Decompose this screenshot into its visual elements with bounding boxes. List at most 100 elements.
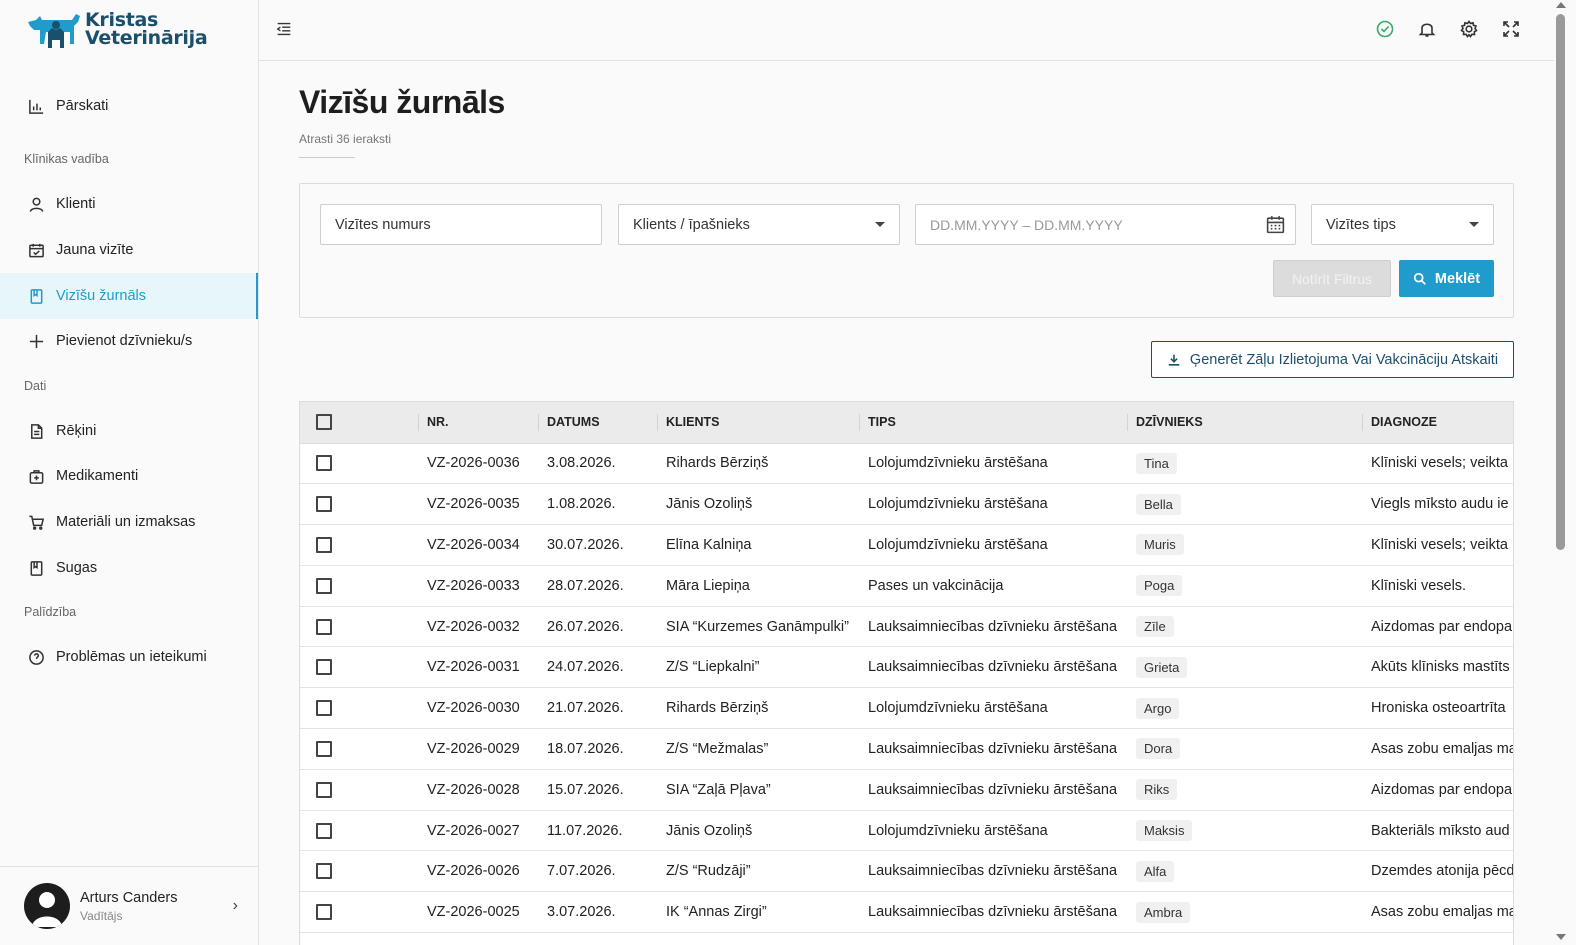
col-header-tips[interactable]: TIPS [859, 402, 1127, 444]
animal-chip[interactable]: Riks [1136, 779, 1178, 801]
date-cell: 26.07.2026. [538, 606, 657, 648]
col-header-datums[interactable]: DATUMS [538, 402, 657, 444]
row-checkbox-cell[interactable] [300, 606, 418, 648]
brand-logo[interactable]: Kristas Veterinārija [26, 8, 208, 50]
row-checkbox[interactable] [316, 496, 332, 513]
col-header-nr[interactable]: NR. [418, 402, 538, 444]
book-icon [27, 559, 45, 577]
row-checkbox[interactable] [316, 863, 332, 880]
col-header-diagnoze[interactable]: DIAGNOZE [1362, 402, 1513, 444]
row-checkbox-cell[interactable] [300, 443, 418, 485]
date-range-input[interactable]: DD.MM.YYYY – DD.MM.YYYY [915, 204, 1296, 245]
animal-chip[interactable]: Zīle [1136, 616, 1174, 638]
sidebar-item-vizisu-zurnals[interactable]: Vizīšu žurnāls [0, 273, 258, 319]
row-checkbox-cell[interactable] [300, 891, 418, 934]
sidebar-item-medikamenti[interactable]: Medikamenti [0, 453, 258, 499]
divider [299, 157, 355, 158]
row-checkbox-cell[interactable] [300, 728, 418, 770]
row-checkbox[interactable] [316, 904, 332, 921]
table-row[interactable]: VZ-2026-0025 3.07.2026. IK “Annas Zirgi” La… [300, 891, 1513, 934]
row-checkbox-cell[interactable] [300, 687, 418, 730]
table-row[interactable]: VZ-2026-0033 28.07.2026. Māra Liepiņa Pases… [300, 565, 1513, 607]
table-row[interactable]: VZ-2026-0031 24.07.2026. Z/S “Liepkalni” La… [300, 646, 1513, 689]
table-row[interactable]: VZ-2026-0032 26.07.2026. SIA “Kurzemes Gan… [300, 606, 1513, 648]
animal-chip[interactable]: Grieta [1136, 656, 1188, 678]
row-checkbox[interactable] [316, 577, 332, 594]
row-checkbox[interactable] [316, 537, 332, 554]
sidebar-item-pievienot-dzivnieku[interactable]: Pievienot dzīvnieku/s [0, 318, 258, 364]
animal-chip[interactable]: Tina [1136, 452, 1177, 474]
sidebar-item-label: Pievienot dzīvnieku/s [56, 333, 193, 349]
animal-cell: Bella [1127, 483, 1362, 526]
gear-icon[interactable] [1459, 19, 1481, 41]
row-checkbox-cell[interactable] [300, 524, 418, 566]
sidebar-item-problemas[interactable]: Problēmas un ieteikumi [0, 634, 258, 680]
user-name: Arturs Canders [80, 889, 178, 906]
animal-cell: Muris [1127, 524, 1362, 566]
table-row[interactable]: VZ-2026-0036 3.08.2026. Rihards Bērziņš Lol… [300, 443, 1513, 485]
select-all-checkbox[interactable] [316, 414, 332, 431]
sidebar-item-sugas[interactable]: Sugas [0, 545, 258, 591]
user-menu[interactable]: Arturs Canders Vadītājs › [0, 866, 258, 945]
table-row[interactable]: VZ-2026-0034 30.07.2026. Elīna Kalniņa Lolo… [300, 524, 1513, 566]
client-select[interactable]: Klients / īpašnieks [618, 204, 900, 245]
col-header-klients[interactable]: KLIENTS [657, 402, 859, 444]
sidebar-item-materiali[interactable]: Materiāli un izmaksas [0, 499, 258, 545]
table-row[interactable]: VZ-2026-0029 18.07.2026. Z/S “Mežmalas” Lau… [300, 728, 1513, 770]
sidebar-item-rekini[interactable]: Rēķini [0, 408, 258, 454]
table-row[interactable]: VZ-2026-0028 15.07.2026. SIA “Zaļā Pļava” L… [300, 769, 1513, 811]
row-checkbox[interactable] [316, 455, 332, 472]
clear-filters-button[interactable]: Notīrīt Filtrus [1273, 260, 1391, 297]
sidebar-item-parskati[interactable]: Pārskati [0, 83, 258, 129]
row-checkbox-cell[interactable] [300, 769, 418, 811]
calendar-icon[interactable] [1265, 214, 1286, 238]
collapse-menu-icon[interactable] [275, 20, 295, 40]
row-checkbox[interactable] [316, 618, 332, 635]
scroll-up-arrow-icon[interactable] [1556, 2, 1566, 8]
sidebar-item-klienti[interactable]: Klienti [0, 181, 258, 227]
visit-type-select[interactable]: Vizītes tips [1311, 204, 1494, 245]
row-checkbox-cell[interactable] [300, 565, 418, 607]
sidebar-item-label: Medikamenti [56, 468, 139, 484]
table-row[interactable]: VZ-2026-0035 1.08.2026. Jānis Ozoliņš Loloj… [300, 483, 1513, 526]
bell-icon[interactable] [1417, 19, 1439, 41]
animal-chip[interactable]: Maksis [1136, 820, 1193, 842]
brand-line2: Veterinārija [85, 27, 208, 49]
row-checkbox[interactable] [316, 659, 332, 676]
animal-chip[interactable]: Muris [1136, 534, 1184, 556]
status-check-icon[interactable] [1375, 19, 1397, 41]
search-button[interactable]: Meklēt [1399, 260, 1494, 297]
scroll-down-arrow-icon[interactable] [1556, 934, 1566, 940]
visit-number-cell: VZ-2026-0025 [418, 891, 538, 934]
row-checkbox-cell[interactable] [300, 646, 418, 689]
row-checkbox[interactable] [316, 741, 332, 758]
row-checkbox-cell[interactable] [300, 810, 418, 852]
sidebar-item-jauna-vizite[interactable]: Jauna vizīte [0, 227, 258, 273]
sidebar-item-label: Problēmas un ieteikumi [56, 649, 207, 665]
generate-report-button[interactable]: Ģenerēt Zāļu Izlietojuma Vai Vakcināciju… [1151, 341, 1514, 378]
row-checkbox[interactable] [316, 781, 332, 798]
animal-chip[interactable]: Poga [1136, 575, 1183, 597]
animal-chip[interactable]: Bella [1136, 493, 1181, 515]
visit-number-cell: VZ-2026-0034 [418, 524, 538, 566]
diagnosis-cell: Klīniski vesels. [1362, 565, 1513, 607]
visit-number-cell: VZ-2026-0032 [418, 606, 538, 648]
row-checkbox-cell[interactable] [300, 483, 418, 526]
row-checkbox-cell[interactable] [300, 850, 418, 893]
animal-chip[interactable]: Ambra [1136, 901, 1191, 923]
select-all-checkbox-cell[interactable] [300, 402, 418, 444]
scrollbar-thumb[interactable] [1556, 14, 1565, 550]
animal-chip[interactable]: Argo [1136, 697, 1180, 719]
client-cell: Jānis Ozoliņš [657, 483, 859, 526]
row-checkbox[interactable] [316, 700, 332, 717]
diagnosis-cell: Hroniska osteoartrīta [1362, 687, 1513, 730]
col-header-dzivnieks[interactable]: DZĪVNIEKS [1127, 402, 1362, 444]
animal-chip[interactable]: Dora [1136, 738, 1181, 760]
animal-chip[interactable]: Alfa [1136, 860, 1175, 882]
table-row[interactable]: VZ-2026-0030 21.07.2026. Rihards Bērziņš Lo… [300, 687, 1513, 730]
table-row[interactable]: VZ-2026-0026 7.07.2026. Z/S “Rudzāji” Lauks… [300, 850, 1513, 893]
row-checkbox[interactable] [316, 822, 332, 839]
visit-number-input[interactable]: Vizītes numurs [320, 204, 602, 245]
table-row[interactable]: VZ-2026-0027 11.07.2026. Jānis Ozoliņš Lolo… [300, 810, 1513, 852]
fullscreen-icon[interactable] [1501, 19, 1523, 41]
